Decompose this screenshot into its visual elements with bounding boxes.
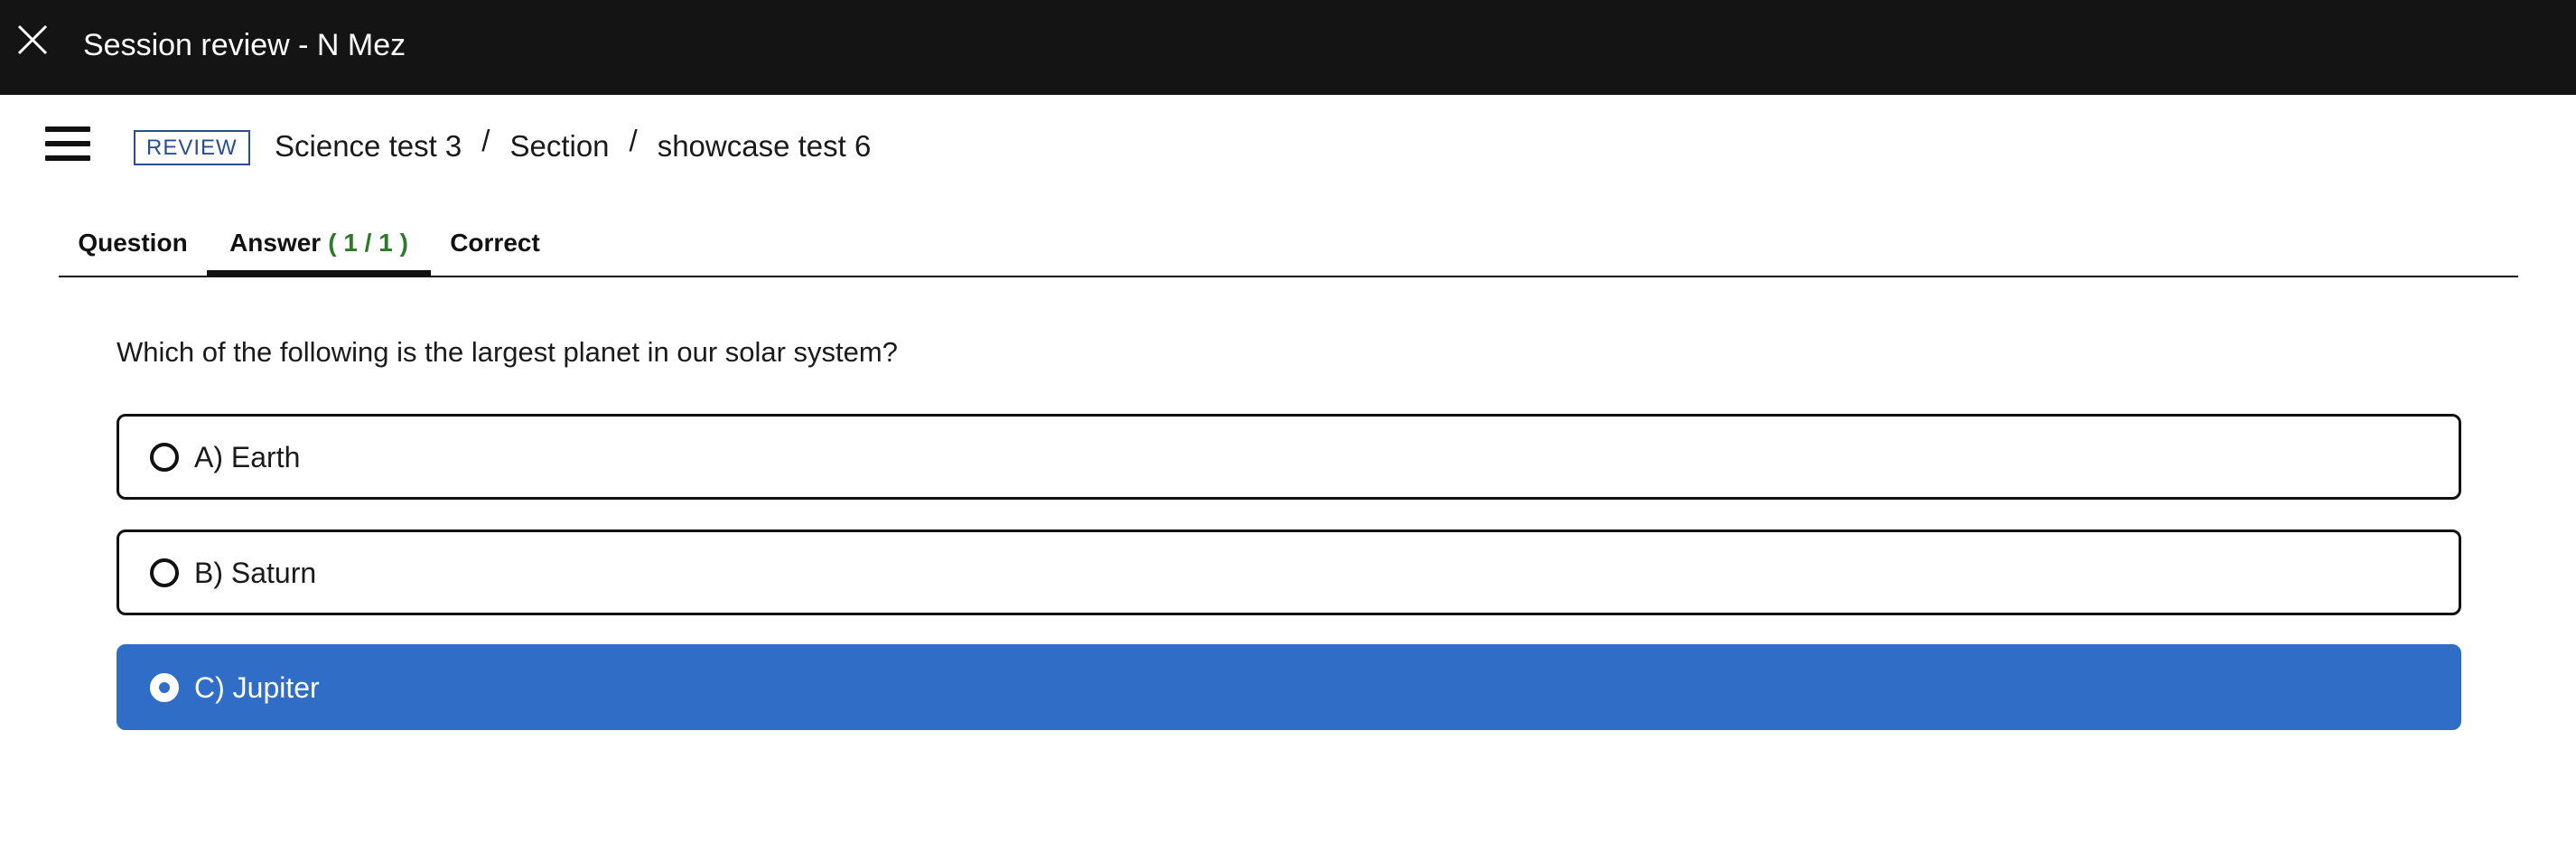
answer-option-label: A) Earth bbox=[194, 440, 301, 473]
answer-option-label: C) Jupiter bbox=[194, 670, 320, 704]
tab-bar: Question Answer ( 1 / 1 ) Correct bbox=[59, 210, 2518, 277]
breadcrumb-item-section[interactable]: Section bbox=[509, 129, 609, 164]
breadcrumb-separator: / bbox=[481, 124, 490, 157]
answer-option-c-selected[interactable]: C) Jupiter bbox=[117, 644, 2461, 730]
close-button[interactable] bbox=[13, 20, 52, 60]
tab-correct-label: Correct bbox=[450, 228, 540, 257]
tab-question-label: Question bbox=[78, 228, 188, 257]
review-badge: REVIEW bbox=[134, 130, 250, 165]
question-text: Which of the following is the largest pl… bbox=[117, 336, 898, 368]
answer-option-b[interactable]: B) Saturn bbox=[117, 529, 2461, 615]
close-icon bbox=[17, 24, 48, 55]
menu-line bbox=[45, 126, 90, 132]
top-bar: Session review - N Mez bbox=[0, 0, 2576, 95]
radio-button-icon[interactable] bbox=[150, 442, 179, 472]
answer-option-a[interactable]: A) Earth bbox=[117, 414, 2461, 500]
tab-answer-label: Answer bbox=[229, 228, 322, 257]
answer-count-badge: ( 1 / 1 ) bbox=[328, 228, 408, 257]
tab-answer[interactable]: Answer ( 1 / 1 ) bbox=[207, 210, 431, 277]
tab-correct[interactable]: Correct bbox=[431, 210, 559, 276]
menu-line bbox=[45, 141, 90, 146]
breadcrumb-item-question[interactable]: showcase test 6 bbox=[658, 129, 872, 164]
window-title: Session review - N Mez bbox=[83, 28, 406, 62]
hamburger-menu-icon[interactable] bbox=[45, 123, 92, 164]
breadcrumb-separator: / bbox=[629, 124, 638, 157]
tab-question[interactable]: Question bbox=[59, 210, 207, 276]
breadcrumb: Science test 3 / Section / showcase test… bbox=[275, 124, 872, 166]
menu-line bbox=[45, 155, 90, 161]
breadcrumb-item-test[interactable]: Science test 3 bbox=[275, 129, 462, 164]
radio-button-selected-icon[interactable] bbox=[150, 672, 179, 702]
radio-button-icon[interactable] bbox=[150, 557, 179, 587]
answer-option-label: B) Saturn bbox=[194, 556, 317, 589]
